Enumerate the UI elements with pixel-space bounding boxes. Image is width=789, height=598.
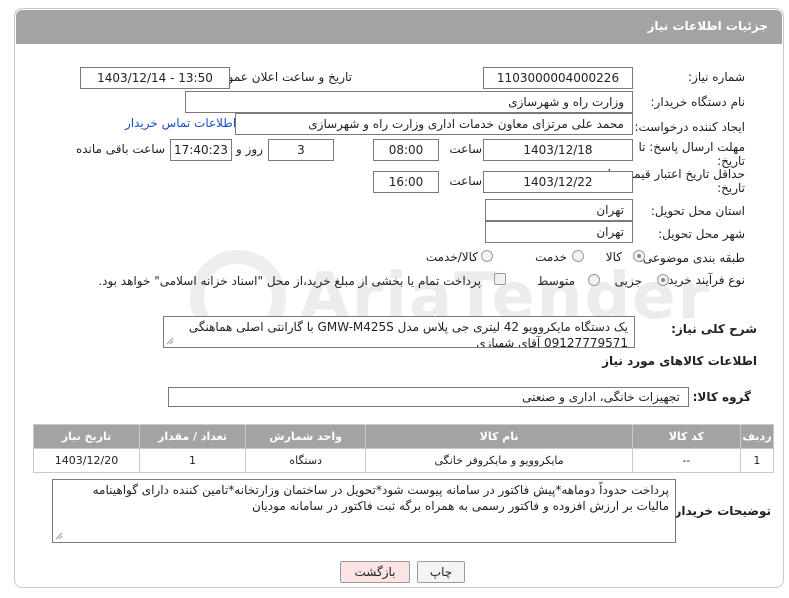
panel-header: جزئیات اطلاعات نیاز [16, 10, 782, 44]
validity-time-field: 16:00 [373, 171, 439, 193]
col-date: تاریخ نیاز [32, 424, 141, 449]
category-option-goods: کالا [605, 250, 622, 264]
cell-code: -- [631, 448, 741, 473]
goods-table: ردیف کد کالا نام کالا واحد شمارش تعداد /… [32, 424, 775, 473]
process-radio-medium[interactable] [588, 274, 600, 286]
print-button[interactable]: چاپ [417, 561, 465, 583]
buyer-contact-link[interactable]: اطلاعات تماس خریدار [125, 116, 236, 130]
buyer-notes-text: پرداخت حدوداً دوماهه*پیش فاکتور در سامان… [92, 483, 669, 513]
deadline-time-field: 08:00 [373, 139, 439, 161]
goods-group-label: گروه کالا: [692, 390, 751, 404]
category-option-service: خدمت [535, 250, 567, 264]
goods-section-title: اطلاعات کالاهای مورد نیاز [602, 354, 757, 368]
deadline-time-label: ساعت [449, 142, 482, 156]
category-option-goods-service: کالا/خدمت [425, 250, 478, 264]
buyer-notes-label: توضیحات خریدار: [669, 504, 771, 518]
deadline-date-label: تاریخ: [717, 154, 745, 168]
resize-grip-icon [55, 532, 63, 540]
time-remaining-field: 17:40:23 [170, 139, 232, 161]
summary-label: شرح کلی نیاز: [671, 322, 757, 336]
category-radio-goods-service[interactable] [481, 250, 493, 262]
province-field: تهران [485, 199, 633, 221]
process-radio-minor[interactable] [657, 274, 669, 286]
category-label: طبقه بندی موضوعی: [638, 251, 745, 265]
page-title: جزئیات اطلاعات نیاز [647, 19, 768, 33]
buyer-notes-textarea[interactable]: پرداخت حدوداً دوماهه*پیش فاکتور در سامان… [52, 479, 676, 543]
table-header-row: ردیف کد کالا نام کالا واحد شمارش تعداد /… [32, 424, 775, 449]
treasury-payment-text: پرداخت تمام یا بخشی از مبلغ خرید،از محل … [98, 274, 481, 288]
validity-date-label: تاریخ: [717, 181, 745, 195]
announce-field: 1403/12/14 - 13:50 [80, 67, 230, 89]
requester-label: ایجاد کننده درخواست: [634, 120, 745, 134]
category-radio-service[interactable] [572, 250, 584, 262]
validity-date-field: 1403/12/22 [483, 171, 633, 193]
city-field: تهران [485, 221, 633, 243]
resize-grip-icon [166, 337, 174, 345]
validity-time-label: ساعت [449, 174, 482, 188]
city-label: شهر محل تحویل: [658, 227, 745, 241]
process-option-medium: متوسط [537, 274, 575, 288]
need-number-field: 1103000004000226 [483, 67, 633, 89]
category-radio-goods[interactable] [633, 250, 645, 262]
time-remaining-label: ساعت باقی مانده [75, 142, 165, 156]
requester-field: محمد علی مرتزای معاون خدمات اداری وزارت … [235, 113, 633, 135]
col-name: نام کالا [365, 424, 633, 449]
cell-unit: دستگاه [244, 448, 367, 473]
province-label: استان محل تحویل: [650, 204, 745, 218]
col-code: کد کالا [631, 424, 741, 449]
col-qty: تعداد / مقدار [139, 424, 246, 449]
goods-group-field: تجهیزات خانگی، اداری و صنعتی [168, 387, 689, 407]
cell-date: 1403/12/20 [32, 448, 141, 473]
table-row: 1 -- مایکروویو و مایکروفر خانگی دستگاه 1… [32, 448, 775, 473]
days-remaining-field: 3 [268, 139, 334, 161]
cell-qty: 1 [139, 448, 246, 473]
col-row: ردیف [739, 424, 775, 449]
need-number-label: شماره نیاز: [688, 70, 745, 84]
buyer-org-field: وزارت راه و شهرسازی [185, 91, 633, 113]
summary-text: یک دستگاه مایکروویو 42 لیتری جی پلاس مدل… [188, 320, 628, 348]
cell-name: مایکروویو و مایکروفر خانگی [365, 448, 633, 473]
days-label: روز و [236, 142, 263, 156]
col-unit: واحد شمارش [244, 424, 367, 449]
process-option-minor: جزیی [614, 274, 642, 288]
buyer-org-label: نام دستگاه خریدار: [650, 95, 746, 109]
cell-row: 1 [739, 448, 775, 473]
back-button[interactable]: بازگشت [340, 561, 410, 583]
process-label: نوع فرآیند خرید : [660, 273, 745, 287]
deadline-date-field: 1403/12/18 [483, 139, 633, 161]
deadline-label: مهلت ارسال پاسخ: تا [638, 140, 745, 154]
treasury-payment-checkbox[interactable] [494, 273, 506, 285]
summary-textarea[interactable]: یک دستگاه مایکروویو 42 لیتری جی پلاس مدل… [163, 316, 635, 348]
